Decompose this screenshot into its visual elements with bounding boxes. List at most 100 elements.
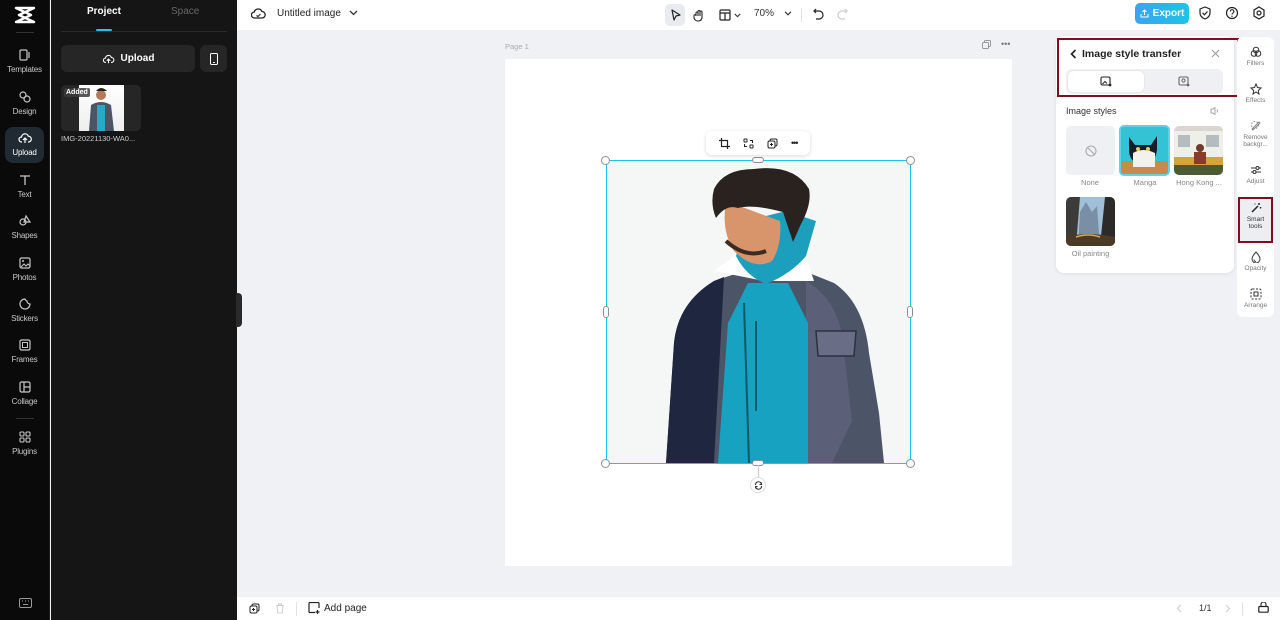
upload-from-phone-button[interactable] xyxy=(200,45,227,72)
none-icon xyxy=(1084,144,1097,157)
rail-label: Frames xyxy=(11,355,38,364)
rail-label: Stickers xyxy=(11,314,38,323)
rail-item-text[interactable]: Text xyxy=(5,169,44,207)
shield-check-icon[interactable] xyxy=(1198,6,1212,20)
rail-item-templates[interactable]: Templates xyxy=(5,44,44,82)
templates-icon xyxy=(18,49,30,61)
canvas-image-manga-portrait[interactable] xyxy=(606,161,910,463)
rr-item-filters[interactable]: Filters xyxy=(1237,43,1274,79)
portrait-style-tab[interactable] xyxy=(1146,71,1221,92)
style-label: Manga xyxy=(1133,178,1157,187)
rail-label: Design xyxy=(12,107,37,116)
zoom-chevron-down-icon[interactable] xyxy=(784,11,792,16)
rr-item-smart-tools[interactable]: Smart tools xyxy=(1237,199,1274,243)
page-label: Page 1 xyxy=(505,42,529,51)
toolbar-divider xyxy=(801,8,802,22)
rail-item-stickers[interactable]: Stickers xyxy=(5,293,44,331)
resize-handle-bottom-left[interactable] xyxy=(601,459,610,468)
stickers-icon xyxy=(18,298,31,310)
more-options-icon[interactable]: ••• xyxy=(791,138,799,148)
close-icon[interactable] xyxy=(1211,49,1220,58)
keyboard-shortcuts-icon[interactable] xyxy=(19,598,32,608)
panel-title: Image style transfer xyxy=(1082,48,1182,60)
rr-item-effects[interactable]: Effects xyxy=(1237,80,1274,116)
page-more-options-icon[interactable]: ••• xyxy=(1001,40,1010,49)
tab-project[interactable]: Project xyxy=(87,6,121,17)
cloud-sync-icon[interactable] xyxy=(251,7,266,20)
replace-icon[interactable] xyxy=(743,138,754,149)
style-label: Oil painting xyxy=(1071,249,1110,258)
pages-panel-toggle-icon[interactable] xyxy=(1258,602,1269,613)
rail-item-collage[interactable]: Collage xyxy=(5,376,44,414)
style-mode-toggle xyxy=(1066,69,1223,94)
portrait-illustration xyxy=(606,161,910,463)
redo-icon[interactable] xyxy=(837,8,848,20)
rr-label: Remove backgr... xyxy=(1243,134,1268,148)
collage-icon xyxy=(18,381,31,393)
rail-item-shapes[interactable]: Shapes xyxy=(5,210,44,248)
rail-item-frames[interactable]: Frames xyxy=(5,334,44,372)
export-icon xyxy=(1140,9,1149,18)
rail-label: Plugins xyxy=(12,447,37,456)
resize-handle-bottom-right[interactable] xyxy=(906,459,915,468)
resize-handle-top[interactable] xyxy=(752,157,764,163)
add-page-label: Add page xyxy=(324,602,367,614)
rail-item-plugins[interactable]: Plugins xyxy=(5,426,44,464)
resize-handle-top-right[interactable] xyxy=(906,156,915,165)
duplicate-page-icon[interactable] xyxy=(982,40,991,49)
zoom-level[interactable]: 70% xyxy=(754,8,774,19)
select-tool[interactable] xyxy=(665,4,685,26)
duplicate-icon[interactable] xyxy=(767,138,778,149)
tab-space[interactable]: Space xyxy=(171,6,199,17)
image-style-tab[interactable] xyxy=(1068,71,1144,92)
smart-tools-wand-icon xyxy=(1250,203,1261,213)
rail-item-photos[interactable]: Photos xyxy=(5,252,44,290)
hand-tool[interactable] xyxy=(689,4,709,26)
delete-page-icon[interactable] xyxy=(275,603,285,614)
crop-icon[interactable] xyxy=(718,137,730,149)
manga-thumbnail xyxy=(1121,127,1168,174)
resize-handle-right[interactable] xyxy=(907,306,913,318)
back-chevron-icon[interactable] xyxy=(1070,49,1077,59)
resize-handle-top-left[interactable] xyxy=(601,156,610,165)
style-option-hong-kong[interactable] xyxy=(1174,126,1223,175)
rotate-handle[interactable] xyxy=(750,477,766,493)
oil-painting-thumbnail xyxy=(1066,197,1115,246)
design-icon xyxy=(18,91,31,103)
export-button[interactable]: Export xyxy=(1135,3,1189,24)
collapse-panel-handle[interactable] xyxy=(236,293,242,327)
next-page-icon[interactable] xyxy=(1225,604,1231,613)
asset-thumbnail[interactable]: Added xyxy=(61,85,141,131)
settings-gear-icon[interactable] xyxy=(1252,6,1266,20)
help-icon[interactable] xyxy=(1225,6,1239,20)
upload-button[interactable]: Upload xyxy=(61,45,195,72)
left-rail: Templates Design Upload Text Shapes Phot… xyxy=(0,0,50,620)
rr-item-arrange[interactable]: Arrange xyxy=(1237,285,1274,321)
photos-icon xyxy=(18,257,31,269)
style-option-oil-painting[interactable] xyxy=(1066,197,1115,246)
rail-item-upload[interactable]: Upload xyxy=(5,127,44,163)
duplicate-page-icon[interactable] xyxy=(249,603,260,614)
compare-icon[interactable] xyxy=(1210,107,1219,115)
rr-item-adjust[interactable]: Adjust xyxy=(1237,161,1274,197)
undo-icon[interactable] xyxy=(813,8,824,20)
add-page-button[interactable]: Add page xyxy=(308,602,367,614)
hand-icon xyxy=(693,9,703,22)
previous-page-icon[interactable] xyxy=(1176,604,1182,613)
hong-kong-thumbnail xyxy=(1174,126,1223,175)
rail-divider xyxy=(16,32,34,33)
document-title[interactable]: Untitled image xyxy=(277,8,341,19)
style-option-manga[interactable] xyxy=(1119,125,1170,176)
rr-item-opacity[interactable]: Opacity xyxy=(1237,248,1274,284)
rail-item-design[interactable]: Design xyxy=(5,86,44,124)
style-option-none[interactable] xyxy=(1066,126,1115,175)
resize-handle-left[interactable] xyxy=(603,306,609,318)
asset-filename: IMG-20221130-WA0... xyxy=(61,134,136,143)
rr-label: Smart tools xyxy=(1246,216,1265,230)
chevron-down-icon xyxy=(734,13,741,17)
filters-icon xyxy=(1250,46,1261,57)
chevron-down-icon[interactable] xyxy=(349,10,358,16)
layout-menu[interactable] xyxy=(716,4,744,26)
rr-label: Adjust xyxy=(1246,178,1265,185)
rr-item-remove-background[interactable]: Remove backgr... xyxy=(1237,117,1274,159)
